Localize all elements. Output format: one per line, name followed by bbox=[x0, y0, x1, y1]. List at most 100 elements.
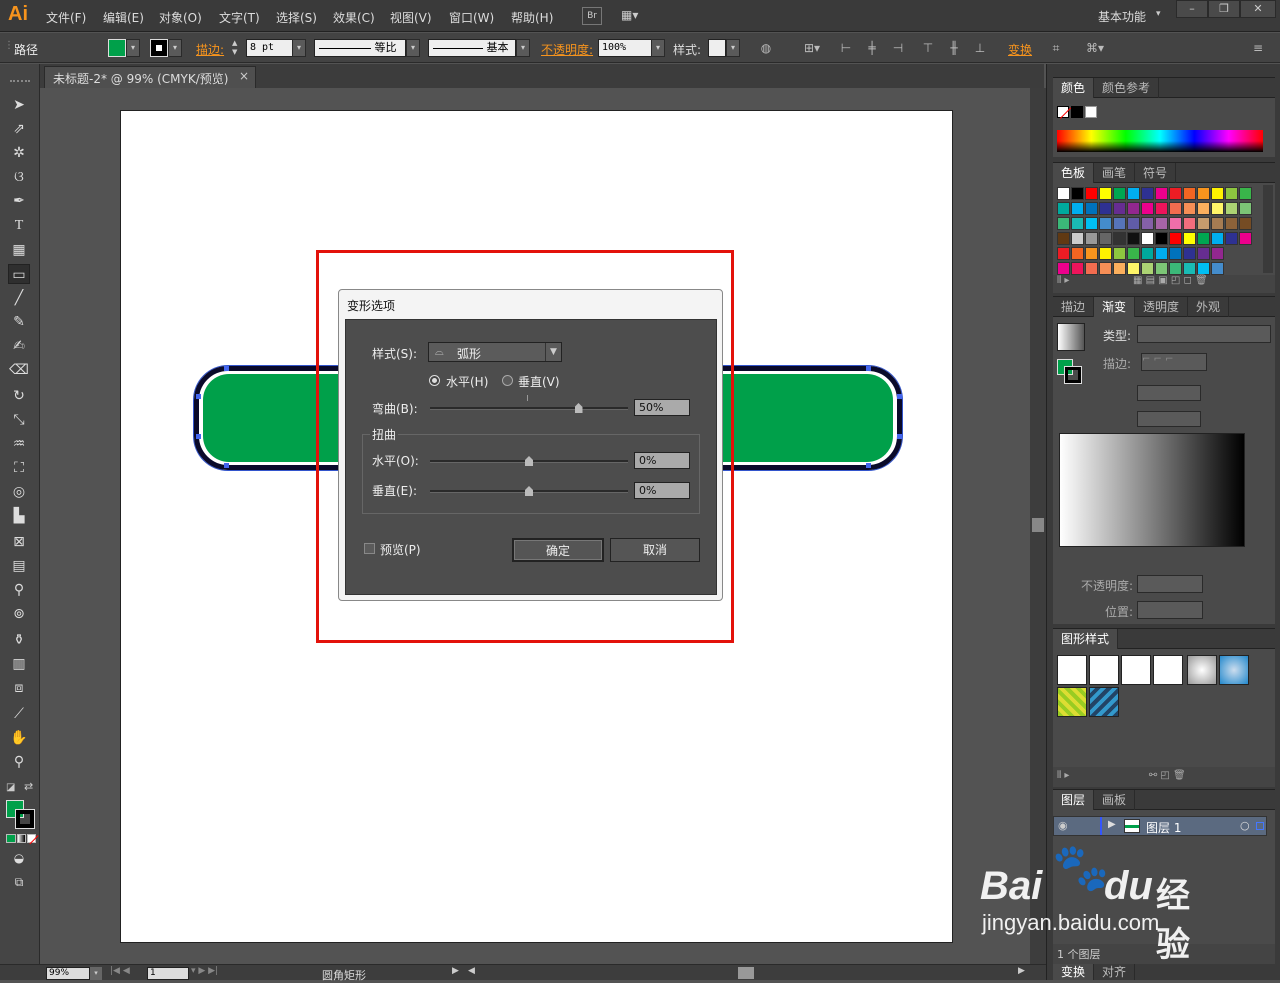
graphic-style-green-pattern[interactable] bbox=[1057, 687, 1087, 717]
default-colors-icon[interactable]: ◪ bbox=[6, 782, 15, 793]
opacity-input[interactable]: 100% bbox=[598, 39, 652, 57]
color-swatch[interactable] bbox=[1141, 262, 1154, 275]
color-swatch[interactable] bbox=[1197, 232, 1210, 245]
shape-builder-tool-icon[interactable]: ◎ bbox=[8, 482, 30, 502]
graphic-style-none[interactable] bbox=[1089, 655, 1119, 685]
blob-brush-tool-icon[interactable]: ✍ bbox=[8, 336, 30, 356]
stroke-spinner[interactable]: ▲ ▼ bbox=[232, 39, 244, 57]
zoom-input[interactable]: 99% bbox=[46, 967, 90, 980]
tab-align[interactable]: 对齐 bbox=[1094, 964, 1136, 980]
bend-slider[interactable] bbox=[430, 407, 628, 410]
stroke-weight-dropdown[interactable]: ▾ bbox=[292, 39, 306, 57]
color-swatch[interactable] bbox=[1239, 232, 1252, 245]
vertical-scroll-thumb[interactable] bbox=[1032, 518, 1044, 532]
column-graph-tool-icon[interactable]: ▥ bbox=[8, 654, 30, 674]
vertical-radio-label[interactable]: 垂直(V) bbox=[518, 373, 560, 390]
color-swatch[interactable] bbox=[1169, 247, 1182, 260]
color-swatch[interactable] bbox=[1113, 262, 1126, 275]
swatch-grid[interactable] bbox=[1057, 187, 1257, 279]
panel-menu-icon[interactable]: ≡ bbox=[1250, 41, 1266, 55]
color-swatch[interactable] bbox=[1183, 247, 1196, 260]
opacity-label[interactable]: 不透明度: bbox=[541, 41, 593, 58]
gradient-angle-input[interactable] bbox=[1137, 385, 1201, 401]
color-swatch[interactable] bbox=[1071, 217, 1084, 230]
zoom-tool-icon[interactable]: ⚲ bbox=[8, 752, 30, 772]
layer-row[interactable]: ◉ ▶ 图层 1 ○ bbox=[1053, 816, 1267, 836]
blend-tool-icon[interactable]: ⊚ bbox=[8, 604, 30, 624]
expand-layer-icon[interactable]: ▶ bbox=[1108, 819, 1116, 830]
tab-brushes[interactable]: 画笔 bbox=[1094, 163, 1136, 183]
color-swatch[interactable] bbox=[1099, 202, 1112, 215]
rotate-tool-icon[interactable]: ↻ bbox=[8, 386, 30, 406]
warp-style-select[interactable]: ⌓ 弧形 ▼ bbox=[428, 342, 562, 362]
free-transform-tool-icon[interactable]: ⛶ bbox=[8, 458, 30, 478]
tab-graphic-styles[interactable]: 图形样式 bbox=[1053, 629, 1119, 649]
align-to-icon[interactable]: ⊞▾ bbox=[800, 41, 824, 55]
tab-artboards[interactable]: 画板 bbox=[1094, 790, 1136, 810]
color-swatch[interactable] bbox=[1197, 187, 1210, 200]
type-tool-icon[interactable]: T bbox=[8, 216, 30, 236]
tab-transform[interactable]: 变换 bbox=[1053, 964, 1095, 980]
color-swatch[interactable] bbox=[1239, 202, 1252, 215]
stroke-weight-input[interactable]: 8 pt bbox=[246, 39, 294, 57]
graphic-style-blue[interactable] bbox=[1219, 655, 1249, 685]
fill-swatch[interactable] bbox=[108, 39, 126, 57]
color-swatch[interactable] bbox=[1183, 232, 1196, 245]
distort-horizontal-input[interactable]: 0% bbox=[634, 452, 690, 469]
zoom-dropdown[interactable]: ▾ bbox=[90, 967, 102, 980]
anchor-point[interactable] bbox=[897, 434, 902, 439]
tab-color-guide[interactable]: 颜色参考 bbox=[1094, 78, 1160, 98]
gradient-tool-icon[interactable]: ▤ bbox=[8, 556, 30, 576]
anchor-point[interactable] bbox=[224, 463, 229, 468]
graphic-style-default[interactable] bbox=[1057, 655, 1087, 685]
none-swatch[interactable] bbox=[1057, 106, 1072, 119]
color-swatch[interactable] bbox=[1155, 187, 1168, 200]
gradient-stroke-buttons[interactable]: ⌐ ⌐ ⌐ bbox=[1141, 353, 1207, 371]
color-swatch[interactable] bbox=[1197, 202, 1210, 215]
color-swatch[interactable] bbox=[1099, 217, 1112, 230]
color-swatch[interactable] bbox=[1057, 187, 1070, 200]
anchor-point[interactable] bbox=[196, 394, 201, 399]
style-dropdown[interactable]: ▾ bbox=[726, 39, 740, 57]
eye-icon[interactable]: ◉ bbox=[1058, 819, 1068, 832]
color-swatch[interactable] bbox=[1085, 232, 1098, 245]
paintbrush-tool-icon[interactable]: ╱ bbox=[8, 288, 30, 308]
color-swatch[interactable] bbox=[1211, 202, 1224, 215]
transform-link[interactable]: 变换 bbox=[1008, 41, 1032, 58]
menu-window[interactable]: 窗口(W) bbox=[449, 9, 494, 26]
color-swatch[interactable] bbox=[1141, 247, 1154, 260]
distort-vertical-input[interactable]: 0% bbox=[634, 482, 690, 499]
menu-object[interactable]: 对象(O) bbox=[159, 9, 202, 26]
color-swatch[interactable] bbox=[1113, 247, 1126, 260]
workspace-switcher[interactable]: 基本功能 bbox=[1098, 8, 1146, 25]
swatches-scrollbar[interactable] bbox=[1263, 185, 1273, 273]
color-swatch[interactable] bbox=[1099, 262, 1112, 275]
screen-mode-icon[interactable]: ⧉ bbox=[8, 872, 30, 892]
align-center-icon[interactable]: ╪ bbox=[864, 41, 880, 55]
color-swatch[interactable] bbox=[1071, 232, 1084, 245]
perspective-grid-tool-icon[interactable]: ▙ bbox=[8, 506, 30, 526]
white-swatch[interactable] bbox=[1085, 106, 1097, 118]
eyedropper-tool-icon[interactable]: ⚲ bbox=[8, 580, 30, 600]
color-swatch[interactable] bbox=[1239, 217, 1252, 230]
color-mode-button[interactable] bbox=[6, 834, 16, 843]
horizontal-radio[interactable] bbox=[429, 375, 440, 386]
close-window-button[interactable]: ✕ bbox=[1240, 0, 1276, 18]
color-swatch[interactable] bbox=[1127, 232, 1140, 245]
gradient-position-input[interactable] bbox=[1137, 601, 1203, 619]
tab-swatches[interactable]: 色板 bbox=[1053, 163, 1095, 183]
color-swatch[interactable] bbox=[1127, 247, 1140, 260]
minimize-button[interactable]: – bbox=[1176, 0, 1208, 18]
variable-width-profile[interactable]: 等比 bbox=[314, 39, 406, 57]
color-swatch[interactable] bbox=[1085, 262, 1098, 275]
menu-type[interactable]: 文字(T) bbox=[219, 9, 260, 26]
color-swatch[interactable] bbox=[1183, 202, 1196, 215]
draw-mode-icon[interactable]: ◒ bbox=[8, 848, 30, 868]
color-swatch[interactable] bbox=[1071, 187, 1084, 200]
anchor-point[interactable] bbox=[196, 434, 201, 439]
preview-checkbox[interactable] bbox=[364, 543, 375, 554]
color-swatch[interactable] bbox=[1113, 187, 1126, 200]
graphic-style-blue-pattern[interactable] bbox=[1089, 687, 1119, 717]
menu-edit[interactable]: 编辑(E) bbox=[103, 9, 144, 26]
color-swatch[interactable] bbox=[1183, 262, 1196, 275]
